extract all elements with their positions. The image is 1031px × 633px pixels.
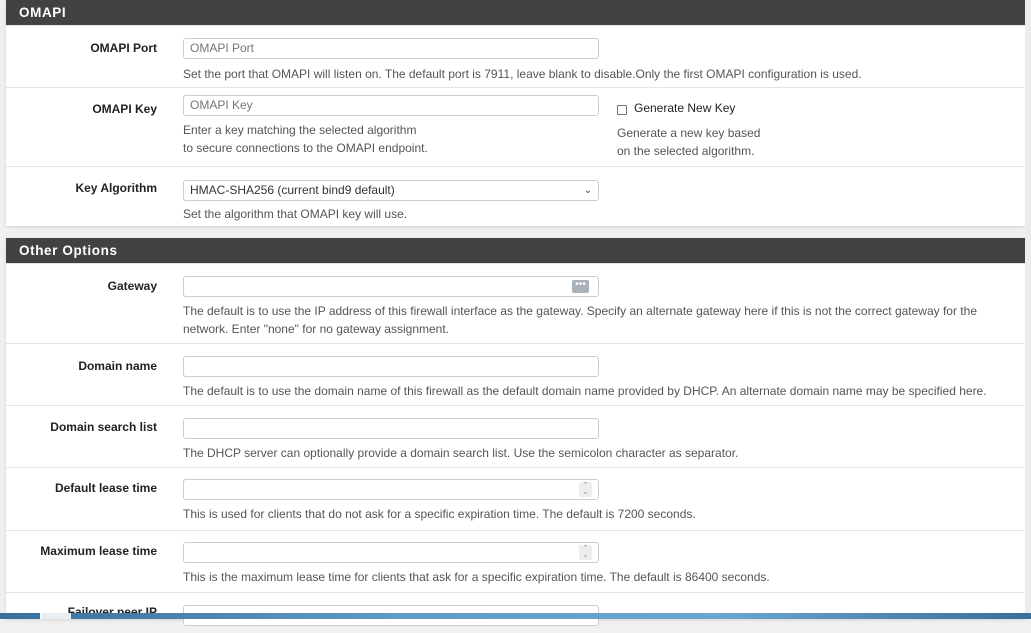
more-options-icon[interactable]: ••• — [572, 280, 589, 293]
generate-new-key-checkbox[interactable] — [617, 105, 627, 115]
omapi-key-help: Enter a key matching the selected algori… — [183, 121, 428, 157]
omapi-panel: OMAPI OMAPI Port Set the port that OMAPI… — [6, 0, 1025, 226]
default-lease-row: Default lease time ⌃ ⌄ This is used for c… — [6, 467, 1025, 530]
gateway-help-line2: network. Enter "none" for no gateway ass… — [183, 322, 449, 336]
domain-name-input[interactable] — [183, 356, 599, 377]
gateway-label: Gateway — [107, 279, 157, 293]
key-algorithm-row: Key Algorithm HMAC-SHA256 (current bind9… — [6, 166, 1025, 228]
key-algorithm-select[interactable]: HMAC-SHA256 (current bind9 default) ⌄ — [183, 180, 599, 201]
domain-search-help: The DHCP server can optionally provide a… — [183, 446, 739, 460]
number-spinner-icon[interactable]: ⌃ ⌄ — [579, 545, 592, 560]
key-algorithm-help: Set the algorithm that OMAPI key will us… — [183, 207, 408, 221]
key-algorithm-label: Key Algorithm — [75, 181, 157, 195]
gateway-help-line1: The default is to use the IP address of … — [183, 304, 977, 318]
omapi-key-label: OMAPI Key — [92, 102, 157, 116]
taskbar — [0, 613, 1031, 619]
generate-new-key-help: Generate a new key based on the selected… — [617, 124, 760, 160]
gateway-row: Gateway ••• The default is to use the IP… — [6, 263, 1025, 343]
other-options-panel: Other Options Gateway ••• The default is… — [6, 238, 1025, 626]
domain-name-row: Domain name The default is to use the do… — [6, 343, 1025, 405]
omapi-heading: OMAPI — [6, 0, 1025, 25]
max-lease-label: Maximum lease time — [40, 544, 157, 558]
domain-search-label: Domain search list — [50, 420, 157, 434]
default-lease-help: This is used for clients that do not ask… — [183, 507, 696, 521]
max-lease-input[interactable]: ⌃ ⌄ — [183, 542, 599, 563]
taskbar-item[interactable] — [40, 613, 71, 619]
gateway-input[interactable]: ••• — [183, 276, 599, 297]
omapi-port-row: OMAPI Port Set the port that OMAPI will … — [6, 25, 1025, 87]
generate-new-key-label[interactable]: Generate New Key — [634, 101, 735, 115]
max-lease-row: Maximum lease time ⌃ ⌄ This is the maximu… — [6, 530, 1025, 592]
other-options-heading: Other Options — [6, 238, 1025, 263]
number-spinner-icon[interactable]: ⌃ ⌄ — [579, 482, 592, 497]
scrollbar[interactable] — [1025, 0, 1031, 619]
omapi-key-help-line2: to secure connections to the OMAPI endpo… — [183, 141, 428, 155]
key-algorithm-selected: HMAC-SHA256 (current bind9 default) — [190, 183, 395, 197]
domain-name-label: Domain name — [78, 359, 157, 373]
max-lease-help: This is the maximum lease time for clien… — [183, 570, 770, 584]
generate-new-key-help-line1: Generate a new key based — [617, 126, 761, 140]
domain-search-row: Domain search list The DHCP server can o… — [6, 405, 1025, 467]
omapi-port-help: Set the port that OMAPI will listen on. … — [183, 67, 862, 81]
generate-new-key-help-line2: on the selected algorithm. — [617, 144, 755, 158]
omapi-key-row: OMAPI Key Enter a key matching the selec… — [6, 87, 1025, 166]
omapi-key-help-line1: Enter a key matching the selected algori… — [183, 123, 417, 137]
domain-search-input[interactable] — [183, 418, 599, 439]
omapi-port-input[interactable] — [183, 38, 599, 59]
domain-name-help: The default is to use the domain name of… — [183, 384, 987, 398]
default-lease-label: Default lease time — [54, 481, 157, 495]
gateway-help: The default is to use the IP address of … — [183, 302, 1023, 338]
chevron-down-icon: ⌄ — [583, 185, 592, 196]
omapi-port-label: OMAPI Port — [90, 41, 157, 55]
default-lease-input[interactable]: ⌃ ⌄ — [183, 479, 599, 500]
omapi-key-input[interactable] — [183, 95, 599, 116]
